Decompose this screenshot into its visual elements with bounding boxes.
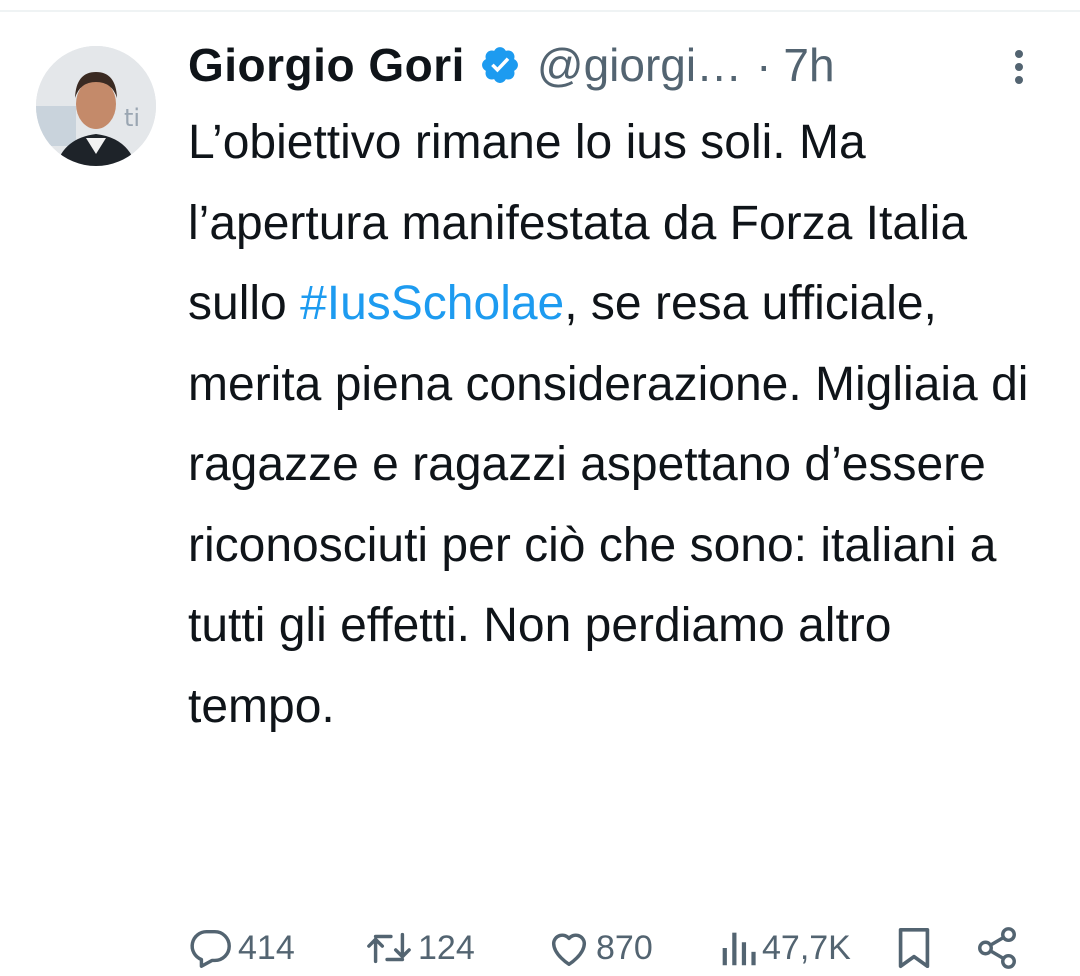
views-button[interactable]: 47,7K — [718, 920, 851, 976]
avatar[interactable]: ti — [36, 46, 156, 166]
bookmark-icon — [898, 927, 930, 969]
reply-button[interactable]: 414 — [188, 920, 295, 976]
like-count: 870 — [596, 928, 653, 967]
verified-badge-icon — [479, 44, 521, 86]
action-bar: 414 124 870 47,7K — [188, 920, 1038, 976]
hashtag-link[interactable]: #IusScholae — [300, 277, 564, 330]
views-count: 47,7K — [762, 928, 851, 967]
bookmark-button[interactable] — [894, 920, 934, 976]
author-name[interactable]: Giorgio Gori — [188, 38, 465, 92]
tweet-header: Giorgio Gori @giorgi… · 7h — [188, 30, 835, 100]
reply-icon — [190, 929, 231, 968]
tweet-text-part: , se resa ufficiale, merita piena consid… — [188, 277, 1029, 733]
repost-icon — [367, 932, 411, 964]
author-handle[interactable]: @giorgi… — [537, 38, 742, 92]
top-divider — [0, 10, 1080, 12]
heart-icon — [551, 933, 587, 967]
repost-count: 124 — [418, 928, 475, 967]
share-button[interactable] — [974, 920, 1020, 976]
reply-count: 414 — [238, 928, 295, 967]
share-icon — [978, 927, 1016, 969]
repost-button[interactable]: 124 — [364, 920, 475, 976]
separator-dot: · — [756, 39, 772, 91]
svg-text:ti: ti — [124, 104, 140, 132]
views-icon — [722, 932, 756, 966]
avatar-image: ti — [36, 46, 156, 166]
like-button[interactable]: 870 — [546, 920, 653, 976]
more-vertical-icon[interactable] — [1004, 44, 1034, 94]
tweet-text: L’obiettivo rimane lo ius soli. Ma l’ape… — [188, 103, 1048, 747]
timestamp[interactable]: 7h — [783, 38, 834, 92]
